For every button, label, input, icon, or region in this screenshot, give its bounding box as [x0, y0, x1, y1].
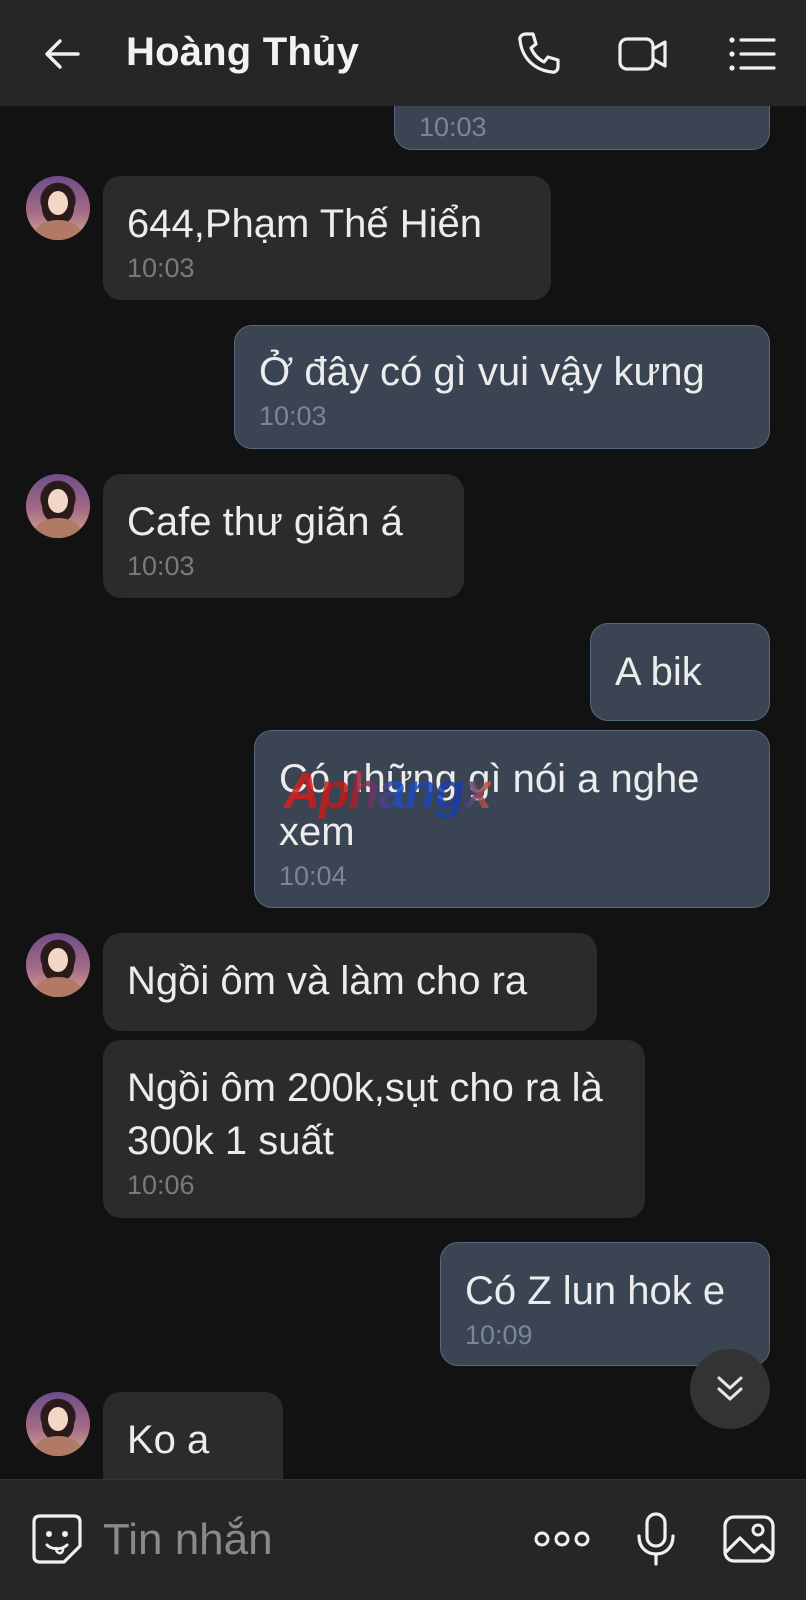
message-time: 10:03	[259, 401, 327, 431]
message-incoming[interactable]: 644,Phạm Thế Hiển 10:03	[103, 176, 551, 300]
message-outgoing[interactable]: 10:03	[394, 106, 770, 150]
watermark-logo: Aphangx	[284, 763, 492, 819]
image-gallery-icon[interactable]	[720, 1510, 778, 1568]
message-incoming[interactable]: Cafe thư giãn á 10:03	[103, 474, 464, 598]
message-incoming[interactable]: Ngồi ôm và làm cho ra	[103, 933, 597, 1031]
phone-icon[interactable]	[512, 28, 564, 80]
video-camera-icon[interactable]	[617, 28, 669, 80]
message-incoming[interactable]: Ngồi ôm 200k,sụt cho ra là 300k 1 suất 1…	[103, 1040, 645, 1218]
message-outgoing[interactable]: Ở đây có gì vui vậy kưng 10:03	[234, 325, 770, 449]
message-time: 10:09	[465, 1320, 533, 1350]
message-text: Ngồi ôm 200k,sụt cho ra là 300k 1 suất	[127, 1066, 603, 1163]
list-menu-icon[interactable]	[726, 28, 778, 80]
message-text: A bik	[615, 650, 702, 694]
emoji-sticker-icon[interactable]	[30, 1512, 84, 1566]
back-arrow-icon[interactable]	[38, 30, 86, 78]
message-text: Cafe thư giãn á	[127, 500, 403, 544]
message-outgoing[interactable]: A bik	[590, 623, 770, 721]
message-time: 10:03	[127, 551, 195, 581]
microphone-icon[interactable]	[627, 1510, 685, 1568]
message-time: 10:03	[419, 112, 487, 142]
contact-avatar[interactable]	[26, 176, 90, 240]
message-text: Ngồi ôm và làm cho ra	[127, 959, 528, 1003]
more-dots-icon[interactable]	[533, 1510, 591, 1568]
message-outgoing[interactable]: Có Z lun hok e 10:09	[440, 1242, 770, 1366]
scroll-to-bottom-button[interactable]	[690, 1349, 770, 1429]
double-chevron-down-icon	[717, 1376, 743, 1401]
message-time: 10:06	[127, 1170, 195, 1200]
chat-header: Hoàng Thủy	[0, 0, 806, 106]
message-time: 10:04	[279, 861, 347, 891]
contact-name[interactable]: Hoàng Thủy	[126, 30, 359, 75]
message-text: Ko a	[127, 1418, 210, 1462]
message-composer	[0, 1479, 806, 1600]
message-input[interactable]	[103, 1510, 503, 1570]
contact-avatar[interactable]	[26, 933, 90, 997]
message-text: Ở đây có gì vui vậy kưng	[259, 350, 705, 394]
message-incoming[interactable]: Ko a	[103, 1392, 283, 1479]
contact-avatar[interactable]	[26, 474, 90, 538]
contact-avatar[interactable]	[26, 1392, 90, 1456]
message-text: 644,Phạm Thế Hiển	[127, 202, 483, 246]
message-text: Có Z lun hok e	[465, 1269, 726, 1313]
message-time: 10:03	[127, 253, 195, 283]
